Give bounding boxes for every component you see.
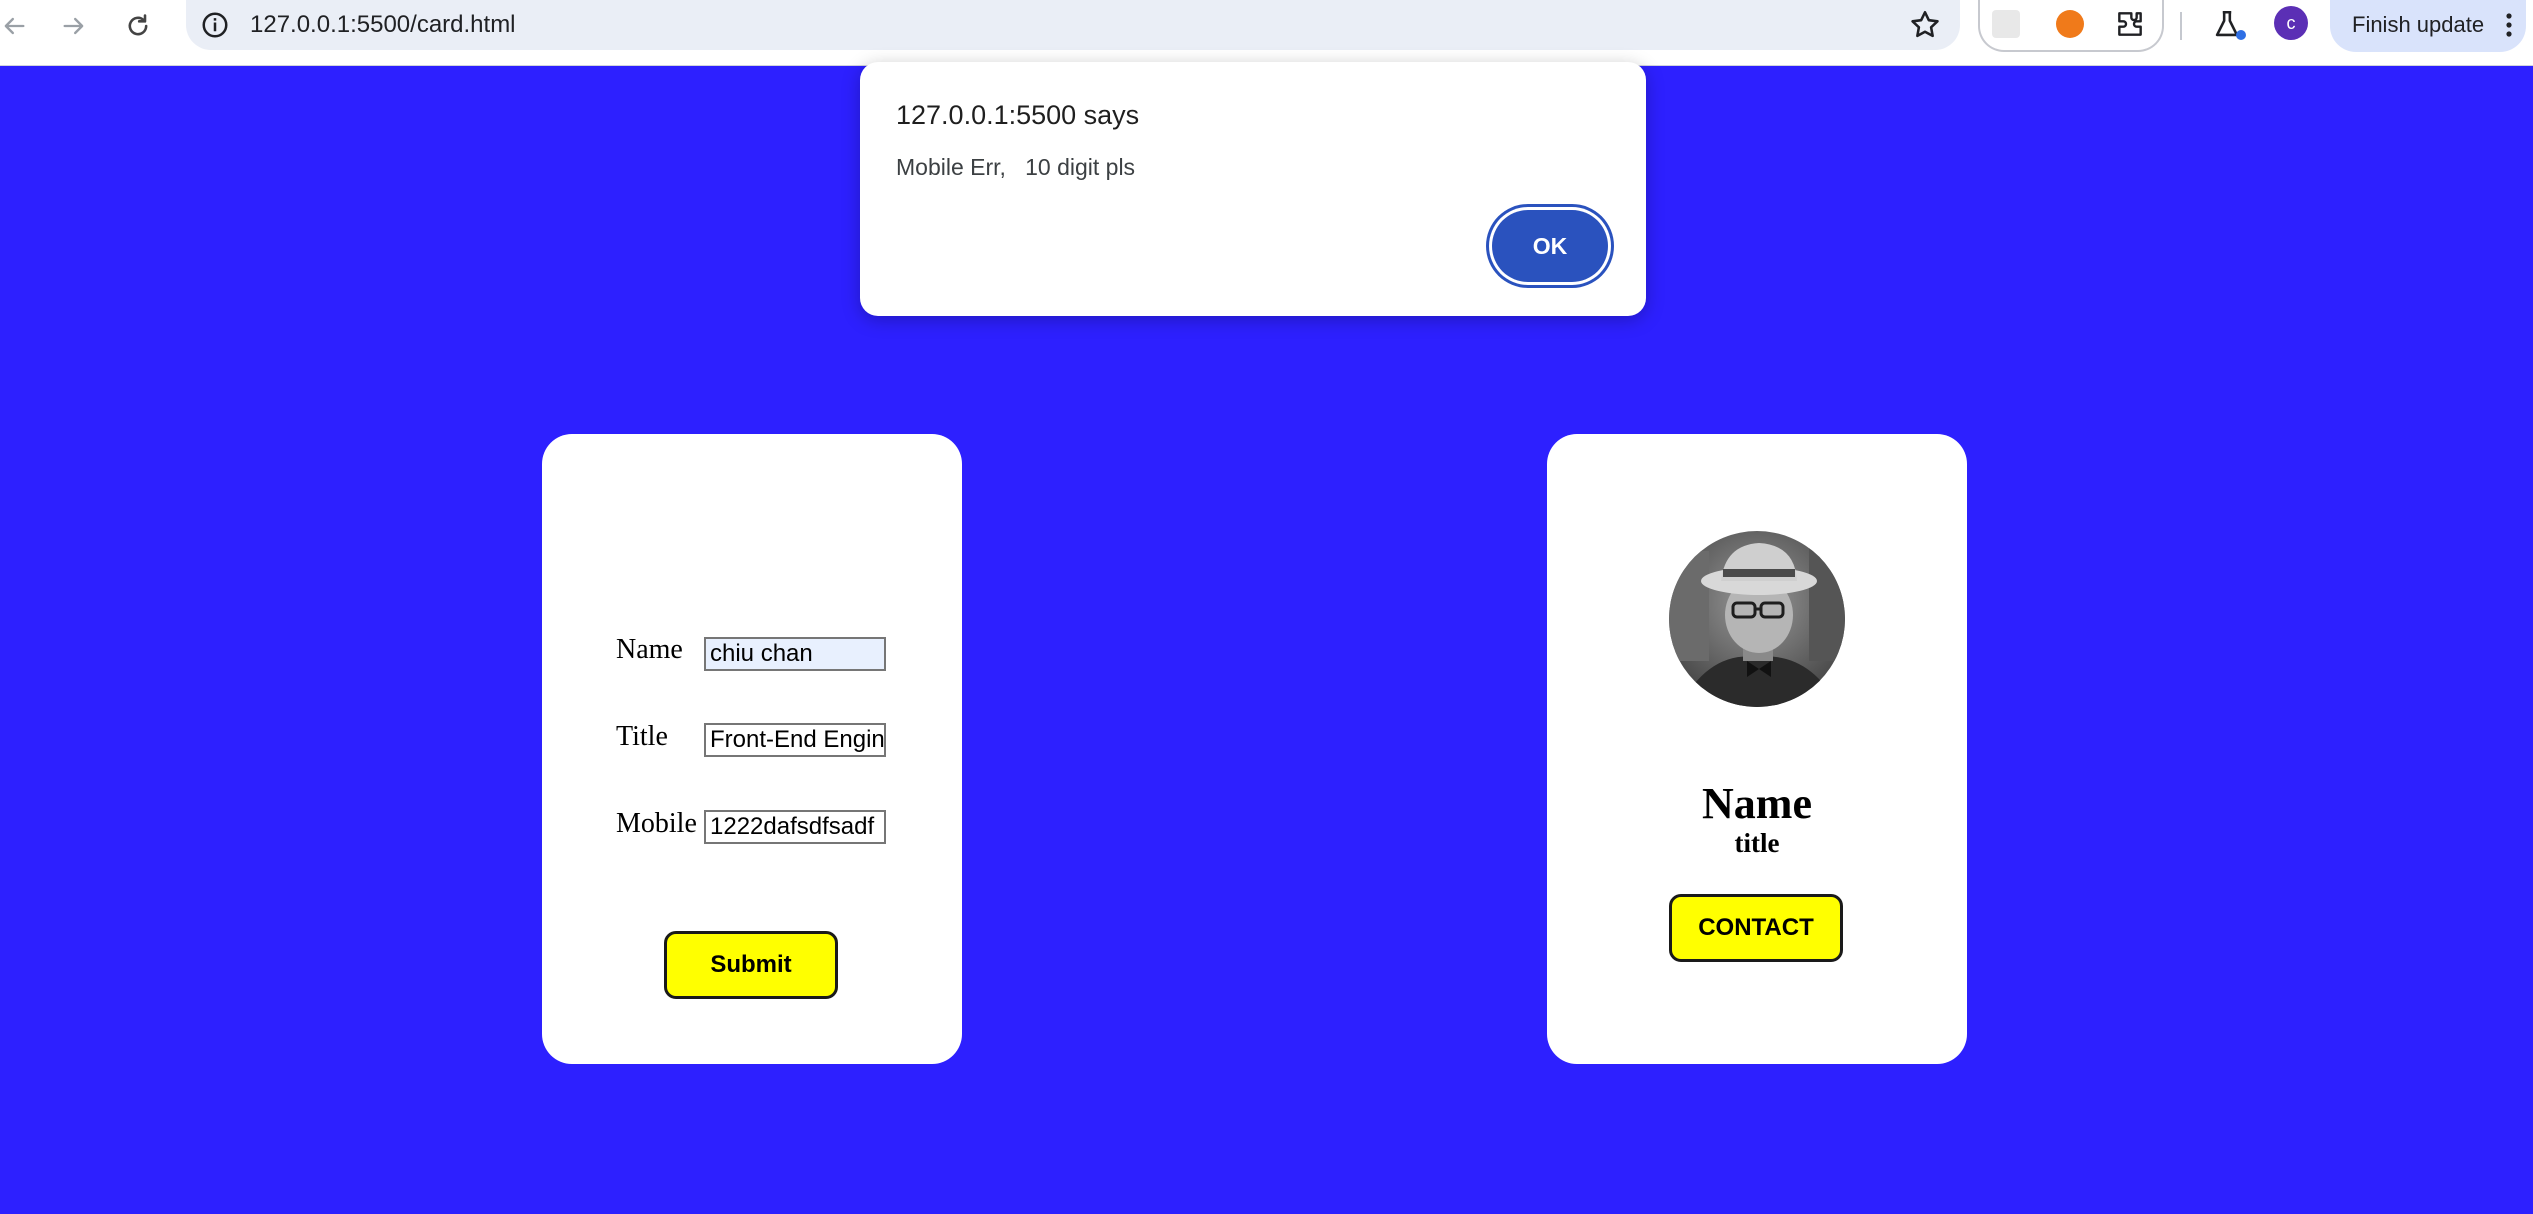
finish-update-button[interactable]: Finish update — [2330, 0, 2526, 52]
site-info-icon[interactable] — [200, 10, 230, 40]
toolbar-divider — [2180, 12, 2182, 40]
name-label: Name — [616, 634, 683, 665]
labs-notification-dot — [2236, 30, 2246, 40]
finish-update-label: Finish update — [2352, 12, 2485, 37]
alert-title: 127.0.0.1:5500 says — [896, 100, 1140, 130]
url-text[interactable]: 127.0.0.1:5500/card.html — [250, 10, 516, 40]
profile-title: title — [1734, 828, 1780, 858]
profile-avatar[interactable]: c — [2274, 6, 2308, 40]
mobile-input[interactable]: 1222dafsdfsadf — [704, 810, 886, 844]
extensions-group — [1978, 0, 2164, 52]
more-menu-icon[interactable] — [2506, 12, 2512, 38]
name-input[interactable]: chiu chan — [704, 637, 886, 671]
extension-icon[interactable] — [2114, 8, 2146, 40]
extension-orange-icon[interactable] — [2056, 10, 2084, 38]
profile-photo — [1669, 531, 1845, 707]
profile-card: Name title CONTACT — [1547, 434, 1967, 1064]
extension-placeholder-icon[interactable] — [1992, 10, 2020, 38]
alert-message: Mobile Err, 10 digit pls — [896, 154, 1136, 180]
alert-dialog: 127.0.0.1:5500 says Mobile Err, 10 digit… — [860, 62, 1646, 316]
address-bar[interactable]: 127.0.0.1:5500/card.html — [186, 0, 1960, 50]
profile-name: Name — [1702, 779, 1812, 828]
bookmark-star-icon[interactable] — [1908, 8, 1942, 42]
alert-ok-button[interactable]: OK — [1492, 210, 1608, 282]
reload-icon[interactable] — [118, 6, 158, 46]
submit-button[interactable]: Submit — [664, 931, 838, 999]
title-input[interactable]: Front-End Engineer — [704, 723, 886, 757]
contact-button[interactable]: CONTACT — [1669, 894, 1843, 962]
form-card: Name chiu chan Title Front-End Engineer … — [542, 434, 962, 1064]
forward-icon[interactable] — [54, 6, 94, 46]
title-label: Title — [616, 721, 668, 752]
back-icon[interactable] — [0, 6, 34, 46]
browser-toolbar: 127.0.0.1:5500/card.html c Finish update — [0, 0, 2533, 66]
mobile-label: Mobile — [616, 808, 697, 839]
